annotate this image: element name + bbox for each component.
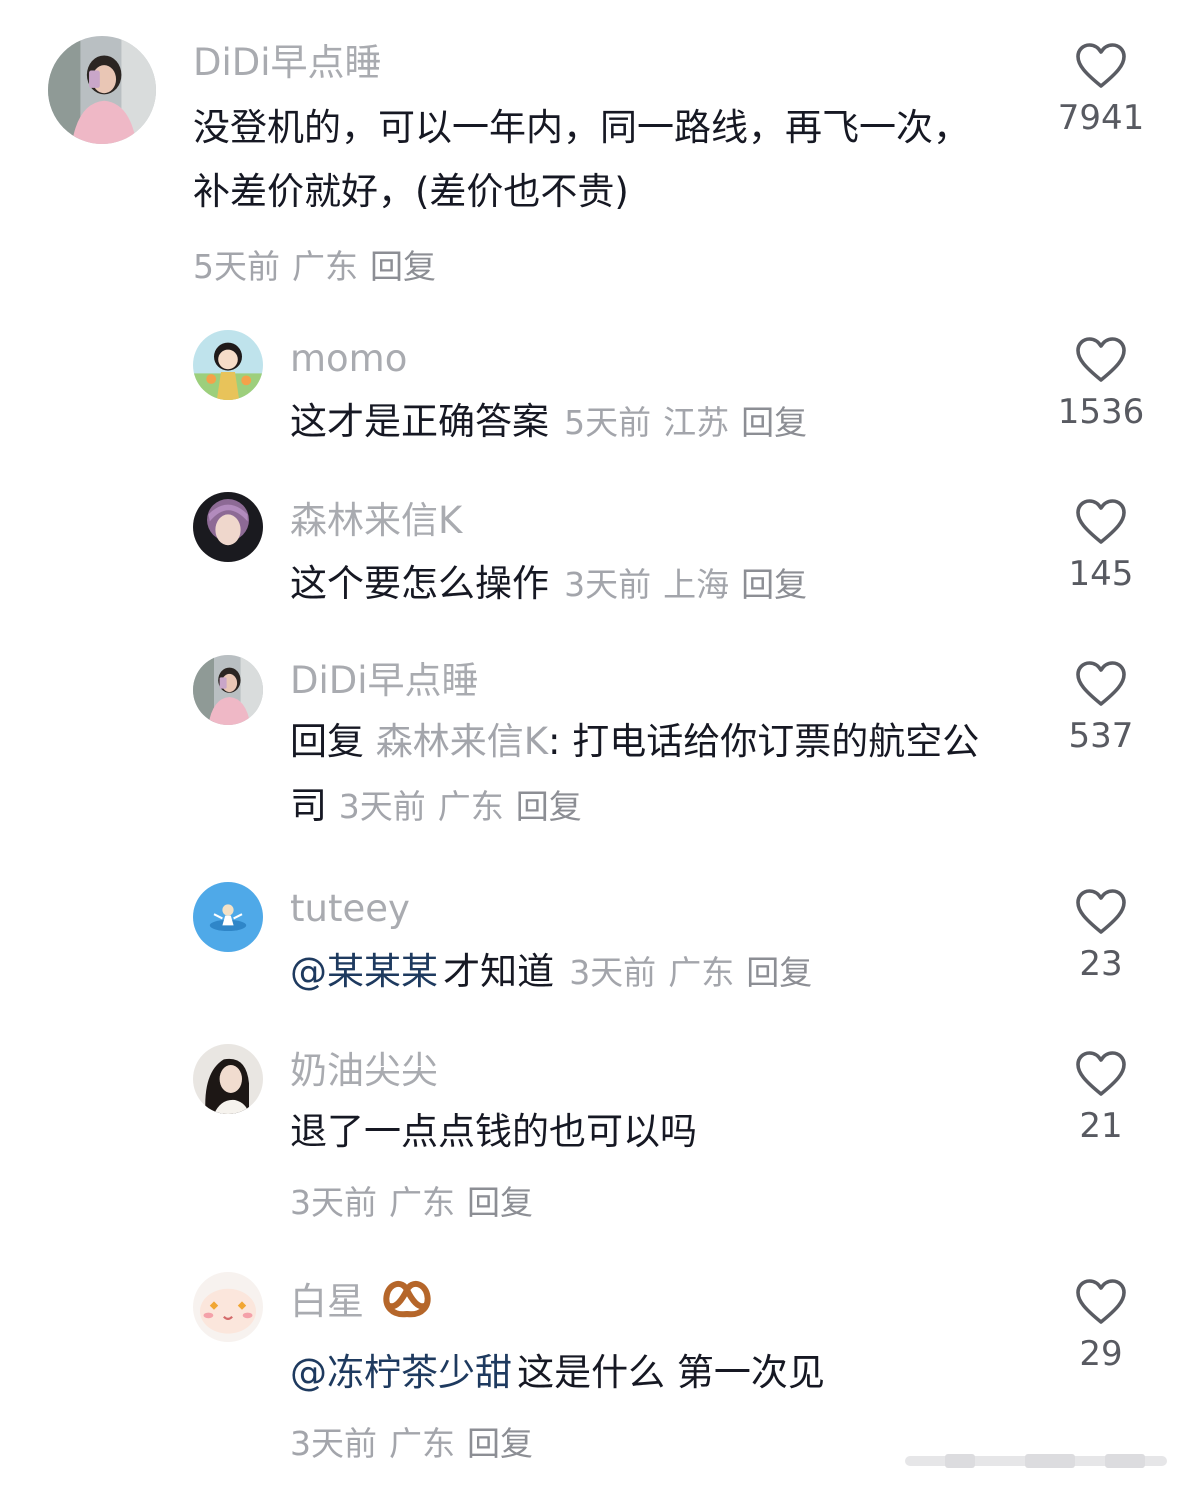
reply-separator: : <box>548 720 561 763</box>
comment-location: 广东 <box>389 1424 455 1463</box>
comment-location: 广东 <box>668 953 735 992</box>
reply-button[interactable]: 回复 <box>467 1183 533 1222</box>
comment-time: 5天前 <box>564 403 652 442</box>
reply-button[interactable]: 回复 <box>746 953 812 992</box>
like-button[interactable]: 21 <box>1046 1050 1156 1146</box>
comment-text: 退了一点点钱的也可以吗 <box>290 1110 697 1153</box>
heart-icon <box>1076 1279 1126 1324</box>
comment-meta: 3天前 广东 回复 <box>569 953 824 992</box>
comment-username[interactable]: 奶油尖尖 <box>290 1048 1030 1094</box>
comment-time: 3天前 <box>290 1183 377 1222</box>
comment-time: 3天前 <box>290 1424 377 1463</box>
watermark <box>905 1448 1167 1472</box>
heart-icon <box>1076 1051 1126 1096</box>
like-count: 23 <box>1079 944 1123 984</box>
comment-text: 才知道 <box>443 950 555 993</box>
comment-text: 这是什么 第一次见 <box>517 1351 825 1394</box>
mention-link[interactable]: @某某某 <box>290 950 438 993</box>
comment-meta: 5天前 广东 回复 <box>193 240 1013 288</box>
comment-meta: 5天前 江苏 回复 <box>564 403 819 442</box>
heart-icon <box>1076 499 1126 544</box>
reply-button[interactable]: 回复 <box>741 565 807 604</box>
pretzel-icon <box>380 1276 434 1331</box>
comment-username[interactable]: 白星 <box>290 1276 1030 1331</box>
username-text: 白星 <box>290 1280 364 1323</box>
comment-location: 上海 <box>663 565 730 604</box>
comment-time: 3天前 <box>569 953 657 992</box>
heart-icon <box>1076 889 1126 934</box>
comment-meta: 3天前 广东 回复 <box>339 787 594 826</box>
avatar[interactable] <box>193 492 263 562</box>
comment-text: 没登机的，可以一年内，同一路线，再飞一次，补差价就好，(差价也不贵) <box>193 106 970 213</box>
like-count: 145 <box>1068 554 1134 594</box>
avatar-cartoon-girl-icon <box>193 330 263 400</box>
comment-meta: 3天前 广东 回复 <box>290 1176 1030 1224</box>
like-count: 1536 <box>1057 392 1145 432</box>
like-button[interactable]: 537 <box>1046 660 1156 756</box>
comment-location: 广东 <box>437 787 504 826</box>
comment-meta: 3天前 上海 回复 <box>564 565 819 604</box>
avatar[interactable] <box>48 36 156 144</box>
mention-link[interactable]: @冻柠茶少甜 <box>290 1351 512 1394</box>
comment-location: 广东 <box>389 1183 455 1222</box>
like-button[interactable]: 1536 <box>1046 336 1156 432</box>
avatar-blue-circle-icon <box>193 882 263 952</box>
like-count: 29 <box>1079 1334 1123 1374</box>
heart-icon <box>1076 661 1126 706</box>
avatar-long-hair-woman-icon <box>193 1044 263 1114</box>
comment-time: 3天前 <box>564 565 652 604</box>
reply-target[interactable]: 森林来信K <box>376 720 548 763</box>
like-button[interactable]: 29 <box>1046 1278 1156 1374</box>
avatar-woman-pink-top-icon <box>193 655 263 725</box>
reply-button[interactable]: 回复 <box>370 247 436 286</box>
comment-username[interactable]: DiDi早点睡 <box>193 40 1013 86</box>
avatar[interactable] <box>193 882 263 952</box>
like-button[interactable]: 23 <box>1046 888 1156 984</box>
avatar[interactable] <box>193 655 263 725</box>
comment-text: 这个要怎么操作 <box>290 562 549 605</box>
like-count: 537 <box>1068 716 1134 756</box>
reply-button[interactable]: 回复 <box>467 1424 533 1463</box>
comment-location: 江苏 <box>663 403 730 442</box>
comment-time: 3天前 <box>338 787 426 826</box>
comment-time: 5天前 <box>193 247 280 286</box>
like-count: 7941 <box>1057 98 1145 138</box>
reply-button[interactable]: 回复 <box>516 787 582 826</box>
like-button[interactable]: 7941 <box>1046 42 1156 138</box>
comment-username[interactable]: tuteey <box>290 886 1030 932</box>
avatar-purple-hair-icon <box>193 492 263 562</box>
comment-username[interactable]: DiDi早点睡 <box>290 658 1000 704</box>
like-count: 21 <box>1079 1106 1123 1146</box>
comment-body: 回复 森林来信K: 打电话给你订票的航空公司 3天前 广东 回复 <box>290 710 990 839</box>
heart-icon <box>1076 337 1126 382</box>
avatar-woman-pink-top-icon <box>48 36 156 144</box>
avatar[interactable] <box>193 1272 263 1342</box>
like-button[interactable]: 145 <box>1046 498 1156 594</box>
avatar-cartoon-face-icon <box>193 1272 263 1342</box>
comment-location: 广东 <box>292 247 358 286</box>
avatar[interactable] <box>193 330 263 400</box>
heart-icon <box>1076 43 1126 88</box>
reply-button[interactable]: 回复 <box>741 403 807 442</box>
comment-username[interactable]: 森林来信K <box>290 498 1030 544</box>
avatar[interactable] <box>193 1044 263 1114</box>
reply-prefix: 回复 <box>290 720 364 763</box>
comment-text: 这才是正确答案 <box>290 400 549 443</box>
comment-username[interactable]: momo <box>290 336 1030 382</box>
